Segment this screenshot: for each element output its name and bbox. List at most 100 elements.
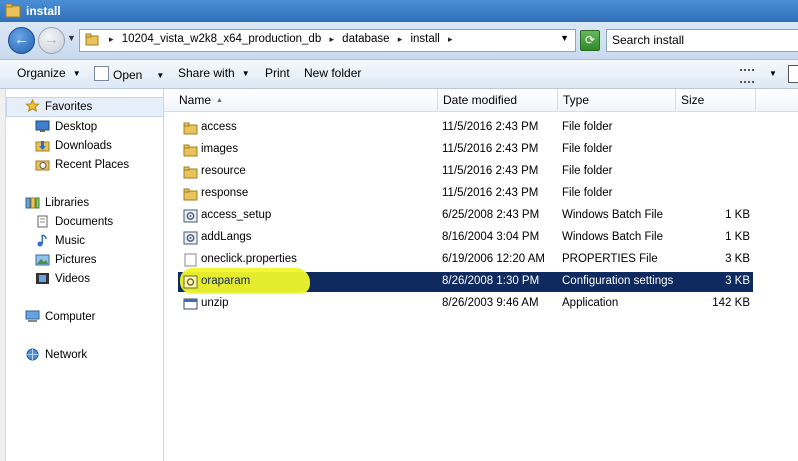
search-box[interactable] [606, 29, 798, 52]
sidebar-item-recent-places[interactable]: Recent Places [55, 159, 129, 171]
sort-ascending-icon: ▲ [216, 97, 223, 104]
file-name: images [201, 143, 239, 155]
folder-icon [183, 166, 198, 179]
column-header-name[interactable]: Name ▲ [174, 89, 438, 111]
config-file-icon [183, 275, 198, 289]
breadcrumb-item[interactable]: install [410, 33, 439, 45]
chevron-right-icon[interactable]: ▸ [448, 34, 453, 44]
table-row[interactable]: access_setup 6/25/2008 2:43 PM Windows Bat… [178, 206, 753, 226]
breadcrumb-item[interactable]: 10204_vista_w2k8_x64_production_db [122, 33, 322, 45]
file-date: 8/16/2004 3:04 PM [442, 231, 540, 243]
share-with-button[interactable]: Share with ▼ [178, 66, 250, 80]
star-icon [25, 99, 40, 112]
downloads-icon [35, 141, 50, 152]
chevron-down-icon: ▼ [72, 69, 81, 78]
application-icon [183, 298, 198, 310]
file-name: oraparam [201, 275, 251, 287]
file-type: PROPERTIES File [562, 253, 658, 265]
file-date: 11/5/2016 2:43 PM [442, 143, 539, 155]
file-name: access [201, 121, 237, 133]
chevron-down-icon[interactable]: ▼ [769, 69, 777, 78]
desktop-icon [35, 120, 50, 132]
folder-icon [183, 122, 198, 135]
sidebar-item-pictures[interactable]: Pictures [55, 254, 97, 266]
table-row[interactable]: access 11/5/2016 2:43 PM File folder [178, 118, 753, 138]
breadcrumb-item[interactable]: database [342, 33, 389, 45]
table-row[interactable]: oraparam 8/26/2008 1:30 PM Configuration s… [178, 268, 753, 294]
file-size: 142 KB [712, 297, 750, 309]
address-bar-area: ← → ▼ ▸ 10204_vista_w2k8_x64_production_… [0, 22, 798, 60]
file-name: addLangs [201, 231, 252, 243]
column-header-date[interactable]: Date modified [438, 89, 558, 111]
sidebar-item-favorites[interactable]: Favorites [45, 101, 92, 113]
computer-icon [25, 310, 40, 322]
back-button[interactable]: ← [8, 27, 35, 54]
file-size: 1 KB [725, 209, 750, 221]
table-row[interactable]: unzip 8/26/2003 9:46 AM Application 142 KB [178, 294, 753, 314]
file-type: Windows Batch File [562, 209, 663, 221]
folder-icon [5, 3, 21, 18]
open-button[interactable]: Open ▼ [94, 66, 164, 82]
file-date: 11/5/2016 2:43 PM [442, 121, 539, 133]
sidebar-item-documents[interactable]: Documents [55, 216, 113, 228]
table-row[interactable]: oneclick.properties 6/19/2006 12:20 AM PRO… [178, 250, 753, 270]
window-title: install [26, 4, 61, 18]
file-type: File folder [562, 165, 613, 177]
view-options-icon[interactable] [740, 69, 754, 83]
sidebar-item-downloads[interactable]: Downloads [55, 140, 112, 152]
refresh-button[interactable]: ⟳ [580, 30, 600, 51]
file-name: response [201, 187, 249, 199]
folder-icon [85, 33, 99, 46]
videos-icon [36, 273, 49, 284]
file-date: 8/26/2008 1:30 PM [442, 275, 540, 287]
address-dropdown-icon[interactable]: ▼ [560, 33, 569, 43]
file-size: 3 KB [725, 253, 750, 265]
arrow-right-icon: → [44, 31, 59, 48]
file-name: access_setup [201, 209, 272, 221]
documents-icon [37, 215, 48, 228]
file-date: 6/19/2006 12:20 AM [442, 253, 545, 265]
sidebar-item-computer[interactable]: Computer [45, 311, 96, 323]
chevron-down-icon: ▼ [156, 71, 165, 80]
recent-pages-dropdown-icon[interactable]: ▼ [67, 33, 76, 43]
arrow-left-icon: ← [14, 31, 29, 48]
table-row[interactable]: response 11/5/2016 2:43 PM File folder [178, 184, 753, 204]
file-type: File folder [562, 143, 613, 155]
file-list: Name ▲ Date modified Type Size access 11/5… [164, 89, 798, 461]
pictures-icon [35, 254, 50, 266]
address-box[interactable]: ▸ 10204_vista_w2k8_x64_production_db ▸ d… [79, 29, 576, 52]
sidebar-item-videos[interactable]: Videos [55, 273, 90, 285]
file-date: 8/26/2003 9:46 AM [442, 297, 539, 309]
nav-scrollbar[interactable] [0, 89, 6, 461]
sidebar-item-desktop[interactable]: Desktop [55, 121, 97, 133]
search-input[interactable] [607, 30, 792, 49]
file-name: resource [201, 165, 246, 177]
chevron-right-icon[interactable]: ▸ [329, 34, 334, 44]
title-bar: install [0, 0, 798, 22]
sidebar-item-network[interactable]: Network [45, 349, 87, 361]
preview-pane-icon[interactable] [788, 65, 798, 83]
column-header-size[interactable]: Size [676, 89, 756, 111]
chevron-right-icon[interactable]: ▸ [398, 34, 403, 44]
organize-button[interactable]: Organize ▼ [17, 66, 81, 80]
file-type: Windows Batch File [562, 231, 663, 243]
file-date: 6/25/2008 2:43 PM [442, 209, 540, 221]
file-size: 1 KB [725, 231, 750, 243]
batch-file-icon [183, 231, 198, 245]
table-row[interactable]: addLangs 8/16/2004 3:04 PM Windows Batch F… [178, 228, 753, 248]
refresh-icon: ⟳ [584, 33, 596, 47]
sidebar-item-libraries[interactable]: Libraries [45, 197, 89, 209]
column-header-type[interactable]: Type [558, 89, 676, 111]
new-folder-button[interactable]: New folder [304, 66, 361, 80]
forward-button[interactable]: → [38, 27, 65, 54]
file-type: Configuration settings [562, 275, 674, 287]
sidebar-item-music[interactable]: Music [55, 235, 85, 247]
file-name: unzip [201, 297, 229, 309]
navigation-pane: Favorites Desktop Downloads Recent Place… [0, 89, 164, 461]
table-row[interactable]: resource 11/5/2016 2:43 PM File folder [178, 162, 753, 182]
recent-places-icon [35, 160, 50, 171]
file-type: Application [562, 297, 619, 309]
chevron-right-icon[interactable]: ▸ [109, 34, 114, 44]
print-button[interactable]: Print [265, 66, 290, 80]
table-row[interactable]: images 11/5/2016 2:43 PM File folder [178, 140, 753, 160]
